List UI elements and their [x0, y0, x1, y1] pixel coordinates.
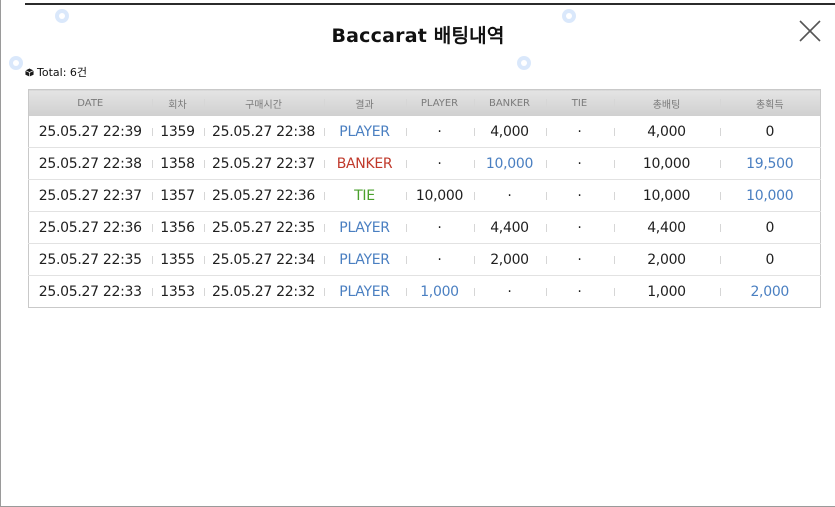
- header-round[interactable]: 회차: [151, 89, 204, 116]
- cell-player: ·: [405, 116, 474, 148]
- cell-date: 25.05.27 22:39: [28, 116, 152, 148]
- cell-result: PLAYER: [323, 276, 406, 308]
- cell-result: PLAYER: [323, 243, 406, 276]
- cell-round: 1355: [151, 243, 204, 276]
- cell-result: PLAYER: [323, 211, 406, 244]
- bet-history-table: DATE 회차 구매시간 결과 PLAYER BANKER TIE 총배팅 총획…: [28, 89, 821, 308]
- total-label: Total: 6건: [37, 66, 88, 79]
- cell-total-bet: 2,000: [613, 243, 720, 276]
- bet-history-window: Baccarat 배팅내역 Total: 6건 DATE 회차 구매시간 결과 …: [0, 0, 835, 507]
- table-row: 25.05.27 22:33 1353 25.05.27 22:32 PLAYE…: [29, 276, 821, 308]
- table-header-row: DATE 회차 구매시간 결과 PLAYER BANKER TIE 총배팅 총획…: [28, 89, 821, 116]
- page-title: Baccarat 배팅내역: [331, 25, 505, 47]
- cell-banker: 2,000: [473, 243, 546, 276]
- table-row: 25.05.27 22:36 1356 25.05.27 22:35 PLAYE…: [28, 211, 821, 244]
- cell-round: 1353: [151, 276, 204, 308]
- cell-banker: 4,000: [473, 116, 546, 148]
- table-row: 25.05.27 22:35 1355 25.05.27 22:34 PLAYE…: [28, 243, 821, 276]
- close-icon: [799, 20, 821, 42]
- cell-total-bet: 4,400: [613, 211, 720, 244]
- cell-total-bet: 1,000: [613, 276, 720, 308]
- header-tie[interactable]: TIE: [545, 89, 614, 116]
- header-result[interactable]: 결과: [323, 89, 406, 116]
- cell-total-bet: 4,000: [613, 116, 720, 148]
- cell-purchase-time: 25.05.27 22:36: [203, 179, 324, 212]
- header-purchase-time[interactable]: 구매시간: [203, 89, 324, 116]
- cell-round: 1358: [151, 147, 204, 180]
- header-banker[interactable]: BANKER: [473, 89, 546, 116]
- header-player[interactable]: PLAYER: [405, 89, 474, 116]
- header-date[interactable]: DATE: [28, 89, 152, 116]
- cell-tie: ·: [545, 243, 614, 276]
- watermark-icon: [517, 56, 531, 70]
- cell-total-win: 0: [719, 116, 821, 148]
- cell-date: 25.05.27 22:33: [38, 283, 142, 300]
- cell-total-win: 0: [719, 211, 821, 244]
- header-total-bet[interactable]: 총배팅: [613, 89, 720, 116]
- cell-total-bet: 10,000: [613, 147, 720, 180]
- cell-total-win: 2,000: [719, 276, 821, 308]
- watermark-icon: [9, 56, 23, 70]
- table-row: 25.05.27 22:38 1358 25.05.27 22:37 BANKE…: [28, 147, 821, 180]
- cell-player: ·: [405, 243, 474, 276]
- cell-date: 25.05.27 22:38: [28, 147, 152, 180]
- cell-banker: 4,400: [473, 211, 546, 244]
- cell-result: PLAYER: [323, 116, 406, 148]
- cell-tie: ·: [545, 276, 614, 308]
- table-row: 25.05.27 22:39 1359 25.05.27 22:38 PLAYE…: [28, 116, 821, 148]
- cell-tie: ·: [545, 211, 614, 244]
- cell-tie: ·: [545, 116, 614, 148]
- cell-tie: ·: [545, 179, 614, 212]
- cell-player: ·: [405, 211, 474, 244]
- cell-player: ·: [405, 147, 474, 180]
- total-count: Total: 6건: [25, 64, 87, 80]
- cell-date: 25.05.27 22:35: [28, 243, 152, 276]
- cell-total-win: 0: [719, 243, 821, 276]
- cell-round: 1359: [151, 116, 204, 148]
- cell-purchase-time: 25.05.27 22:32: [203, 276, 324, 308]
- cell-total-win: 10,000: [719, 179, 821, 212]
- top-border: [25, 3, 835, 5]
- cell-date: 25.05.27 22:37: [28, 179, 152, 212]
- close-button[interactable]: [797, 18, 823, 44]
- cell-tie: ·: [545, 147, 614, 180]
- table-row: 25.05.27 22:37 1357 25.05.27 22:36 TIE 1…: [28, 179, 821, 212]
- header-total-win[interactable]: 총획득: [719, 89, 821, 116]
- cell-purchase-time: 25.05.27 22:35: [203, 211, 324, 244]
- cell-banker: 10,000: [473, 147, 546, 180]
- cell-round: 1356: [151, 211, 204, 244]
- cell-banker: ·: [473, 276, 546, 308]
- cube-icon: [25, 67, 34, 77]
- cell-result: BANKER: [323, 147, 406, 180]
- cell-player: 10,000: [405, 179, 474, 212]
- cell-round: 1357: [151, 179, 204, 212]
- cell-result: TIE: [323, 179, 406, 212]
- cell-player: 1,000: [405, 276, 474, 308]
- cell-purchase-time: 25.05.27 22:37: [203, 147, 324, 180]
- cell-total-win: 19,500: [719, 147, 821, 180]
- cell-date: 25.05.27 22:36: [28, 211, 152, 244]
- cell-total-bet: 10,000: [613, 179, 720, 212]
- cell-banker: ·: [473, 179, 546, 212]
- cell-purchase-time: 25.05.27 22:38: [203, 116, 324, 148]
- cell-purchase-time: 25.05.27 22:34: [203, 243, 324, 276]
